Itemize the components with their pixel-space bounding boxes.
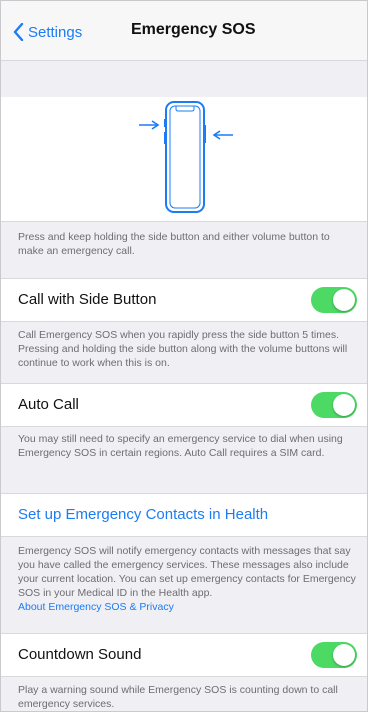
toggle-knob	[333, 644, 355, 666]
page-title: Emergency SOS	[131, 21, 256, 38]
back-label: Settings	[28, 23, 83, 41]
illustration-panel	[1, 97, 367, 222]
emergency-contacts-row[interactable]: Set up Emergency Contacts in Health	[1, 493, 367, 537]
navigation-bar: Settings Emergency SOS	[1, 1, 367, 61]
back-button[interactable]: Settings	[13, 20, 82, 44]
countdown-sound-note: Play a warning sound while Emergency SOS…	[18, 684, 338, 710]
countdown-sound-row: Countdown Sound	[1, 633, 367, 677]
call-side-button-toggle[interactable]	[311, 287, 357, 313]
chevron-left-icon	[13, 23, 24, 41]
auto-call-label: Auto Call	[18, 396, 79, 413]
auto-call-note: You may still need to specify an emergen…	[18, 433, 343, 459]
intro-note: Press and keep holding the side button a…	[18, 231, 330, 257]
countdown-sound-toggle[interactable]	[311, 642, 357, 668]
privacy-link[interactable]: About Emergency SOS & Privacy	[18, 601, 174, 613]
auto-call-toggle[interactable]	[311, 392, 357, 418]
call-side-button-label: Call with Side Button	[18, 291, 157, 308]
countdown-sound-label: Countdown Sound	[18, 646, 142, 663]
screen: Settings Emergency SOS Press and keep ho…	[0, 0, 368, 712]
section-spacer	[1, 61, 367, 98]
toggle-knob	[333, 394, 355, 416]
toggle-knob	[333, 289, 355, 311]
auto-call-row: Auto Call	[1, 383, 367, 427]
emergency-contacts-description: Emergency SOS will notify emergency cont…	[18, 545, 356, 599]
call-side-button-note: Call Emergency SOS when you rapidly pres…	[18, 329, 348, 369]
emergency-contacts-link[interactable]: Set up Emergency Contacts in Health	[18, 506, 268, 523]
phone-side-button-icon	[139, 101, 233, 213]
emergency-contacts-note: Emergency SOS will notify emergency cont…	[18, 544, 358, 614]
call-side-button-row: Call with Side Button	[1, 278, 367, 322]
